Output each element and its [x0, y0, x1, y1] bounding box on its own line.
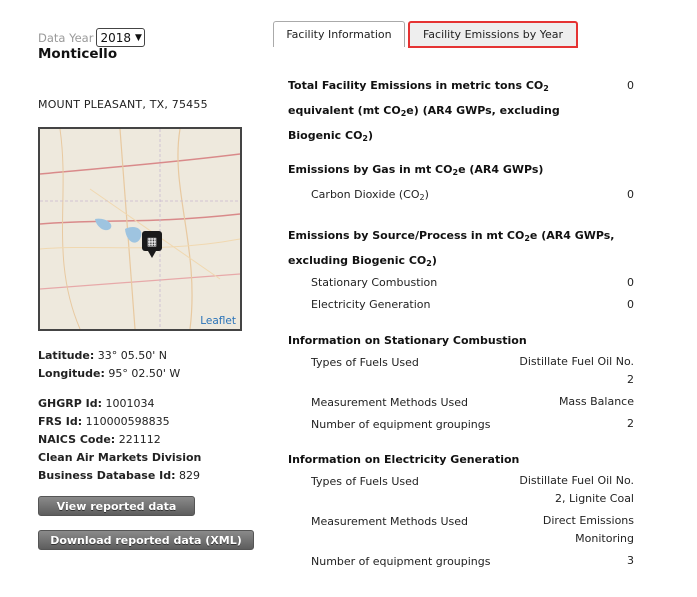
electricity-fuels-value: Distillate Fuel Oil No. 2, Lignite Coal [519, 472, 634, 508]
data-year-select[interactable]: 2018 ▼ [96, 28, 145, 47]
electricity-groupings-value: 3 [627, 554, 634, 567]
total-emissions-value: 0 [627, 79, 634, 92]
by-source-heading-a: Emissions by Source/Process in mt CO [288, 229, 525, 242]
ghgrp-row: GHGRP Id: 1001034 [38, 395, 201, 413]
longitude-value: 95° 02.50' W [108, 367, 181, 380]
co2-label-a: Carbon Dioxide (CO [311, 188, 420, 201]
electricity-methods-value-line1: Direct Emissions [542, 514, 634, 527]
leaflet-attribution-link[interactable]: Leaflet [200, 315, 236, 327]
camd-value: 829 [178, 469, 200, 482]
electricity-methods-value-line2: Monitoring [575, 532, 634, 545]
ghgrp-label: GHGRP Id: [38, 397, 102, 410]
electricity-methods-label: Measurement Methods Used [311, 515, 469, 528]
tab-facility-information[interactable]: Facility Information [273, 21, 405, 47]
ghgrp-value: 1001034 [105, 397, 155, 410]
stationary-combustion-label: Stationary Combustion [311, 276, 438, 289]
latitude-value: 33° 05.50' N [97, 349, 168, 362]
latitude-label: Latitude: [38, 349, 95, 362]
chevron-down-icon: ▼ [135, 32, 142, 43]
by-source-heading-b: e (AR4 GWPs, [529, 229, 615, 242]
co2-label-b: ) [424, 188, 429, 201]
download-reported-data-button[interactable]: Download reported data (XML) [38, 530, 254, 550]
stationary-combustion-value: 0 [627, 276, 634, 289]
electricity-groupings-label: Number of equipment groupings [311, 555, 491, 568]
stationary-fuels-value: Distillate Fuel Oil No. 2 [519, 353, 634, 389]
naics-label: NAICS Code: [38, 433, 116, 446]
naics-value: 221112 [118, 433, 161, 446]
total-heading-line2b: e) (AR4 GWPs, excluding [406, 104, 560, 117]
electricity-fuels-value-line2: 2, Lignite Coal [555, 492, 634, 505]
electricity-generation-value: 0 [627, 298, 634, 311]
electricity-generation-label: Electricity Generation [311, 298, 431, 311]
naics-row: NAICS Code: 221112 [38, 431, 201, 449]
electricity-fuels-value-line1: Distillate Fuel Oil No. [519, 474, 634, 487]
by-source-heading-c: excluding Biogenic CO [288, 254, 427, 267]
electricity-generation-info-heading: Information on Electricity Generation [288, 453, 520, 466]
facility-address: MOUNT PLEASANT, TX, 75455 [38, 98, 208, 111]
total-heading-line1: Total Facility Emissions in metric tons … [288, 79, 544, 92]
by-source-heading-d: ) [431, 254, 437, 267]
electricity-fuels-label: Types of Fuels Used [311, 475, 419, 488]
stationary-groupings-label: Number of equipment groupings [311, 418, 491, 431]
by-gas-heading-b: e (AR4 GWPs) [458, 163, 544, 176]
by-gas-heading-a: Emissions by Gas in mt CO [288, 163, 453, 176]
stationary-methods-value: Mass Balance [558, 395, 634, 408]
total-heading-line3: Biogenic CO [288, 129, 363, 142]
camd-row-1: Clean Air Markets Division [38, 449, 201, 467]
data-year-value: 2018 [100, 30, 132, 45]
data-year-label: Data Year [38, 30, 94, 45]
facility-name: Monticello [38, 46, 118, 62]
stationary-fuels-value-line1: Distillate Fuel Oil No. [519, 355, 634, 368]
emissions-by-source-heading: Emissions by Source/Process in mt CO2e (… [288, 229, 615, 268]
frs-value: 110000598835 [85, 415, 170, 428]
map-tiles [40, 129, 240, 329]
emissions-by-gas-heading: Emissions by Gas in mt CO2e (AR4 GWPs) [288, 163, 544, 177]
factory-marker-icon[interactable]: ▦ [142, 231, 162, 258]
stationary-fuels-value-line2: 2 [627, 373, 634, 386]
stationary-fuels-label: Types of Fuels Used [311, 356, 419, 369]
facility-map[interactable]: ▦ Leaflet [38, 127, 242, 331]
camd-id-label: Business Database Id: [38, 469, 176, 482]
data-year-row: Data Year 2018 ▼ [38, 28, 145, 47]
camd-label: Clean Air Markets Division [38, 451, 202, 464]
total-emissions-heading: Total Facility Emissions in metric tons … [288, 79, 560, 143]
facility-details: Latitude: 33° 05.50' N Longitude: 95° 02… [38, 347, 201, 485]
frs-row: FRS Id: 110000598835 [38, 413, 201, 431]
latitude-row: Latitude: 33° 05.50' N [38, 347, 201, 365]
tab-facility-emissions-by-year[interactable]: Facility Emissions by Year [408, 21, 578, 48]
stationary-groupings-value: 2 [627, 417, 634, 430]
stationary-combustion-info-heading: Information on Stationary Combustion [288, 334, 527, 347]
view-reported-data-button[interactable]: View reported data [38, 496, 195, 516]
camd-row-2: Business Database Id: 829 [38, 467, 201, 485]
electricity-methods-value: Direct Emissions Monitoring [543, 512, 634, 548]
longitude-row: Longitude: 95° 02.50' W [38, 365, 201, 383]
frs-label: FRS Id: [38, 415, 83, 428]
longitude-label: Longitude: [38, 367, 105, 380]
stationary-methods-label: Measurement Methods Used [311, 396, 469, 409]
carbon-dioxide-value: 0 [627, 188, 634, 201]
total-heading-line2a: equivalent (mt CO [288, 104, 401, 117]
carbon-dioxide-label: Carbon Dioxide (CO2) [311, 188, 429, 202]
